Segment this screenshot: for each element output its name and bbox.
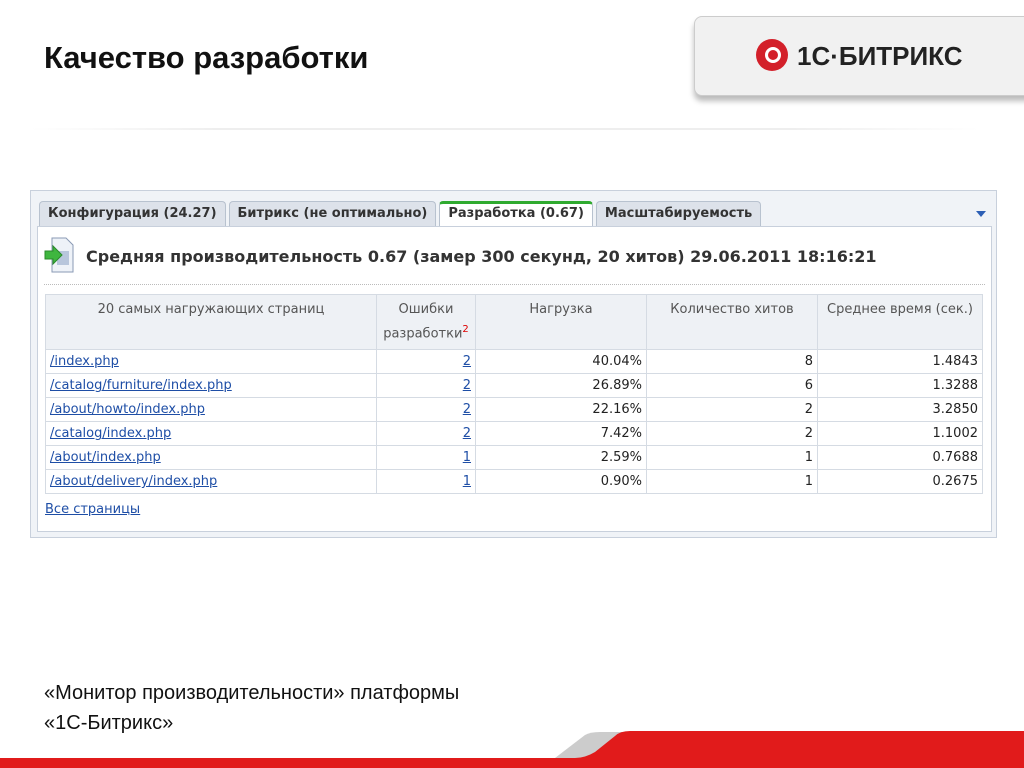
dotted-divider [44,284,985,285]
hits-cell: 1 [646,445,818,471]
load-cell: 0.90% [475,469,647,495]
pages-table: 20 самых нагружающих страниц Ошибки разр… [45,293,983,495]
errors-link[interactable]: 2 [463,402,471,417]
load-cell: 7.42% [475,421,647,447]
tab-development[interactable]: Разработка (0.67) [439,201,593,226]
table-row: /about/delivery/index.php 1 0.90% 1 0.2675 [45,469,983,495]
col-header-avg-time: Среднее время (сек.) [817,293,983,351]
hits-cell: 6 [646,373,818,399]
tab-configuration[interactable]: Конфигурация (24.27) [39,201,226,226]
page-cell: /catalog/index.php [45,421,377,447]
average-performance-heading: Средняя производительность 0.67 (замер 3… [86,247,877,266]
avg-time-cell: 1.3288 [817,373,983,399]
avg-time-cell: 1.1002 [817,421,983,447]
errors-cell: 1 [376,469,476,495]
errors-link[interactable]: 1 [463,450,471,465]
table-row: /catalog/furniture/index.php 2 26.89% 6 1.32… [45,373,983,399]
page-link[interactable]: /index.php [50,354,119,369]
errors-link[interactable]: 2 [463,426,471,441]
tabs-dropdown-icon[interactable] [976,211,986,217]
page-cell: /about/howto/index.php [45,397,377,423]
col-header-pages: 20 самых нагружающих страниц [45,293,377,351]
hits-cell: 2 [646,397,818,423]
errors-link[interactable]: 2 [463,378,471,393]
all-pages-link[interactable]: Все страницы [45,502,140,517]
page-cell: /index.php [45,349,377,375]
errors-cell: 1 [376,445,476,471]
table-row: /about/index.php 1 2.59% 1 0.7688 [45,445,983,471]
page-link[interactable]: /catalog/index.php [50,426,171,441]
page-link[interactable]: /about/delivery/index.php [50,474,217,489]
performance-monitor-panel: Конфигурация (24.27) Битрикс (не оптимал… [30,190,997,538]
col-header-errors: Ошибки разработки2 [376,293,476,351]
col-header-load: Нагрузка [475,293,647,351]
avg-time-cell: 0.7688 [817,445,983,471]
load-cell: 40.04% [475,349,647,375]
avg-time-cell: 1.4843 [817,349,983,375]
avg-time-cell: 3.2850 [817,397,983,423]
errors-cell: 2 [376,397,476,423]
table-row: /catalog/index.php 2 7.42% 2 1.1002 [45,421,983,447]
red-footer-band [0,731,1024,768]
load-cell: 22.16% [475,397,647,423]
page-link[interactable]: /about/howto/index.php [50,402,205,417]
logo-text: 1С·БИТРИКС [797,41,963,71]
tab-bitrix[interactable]: Битрикс (не оптимально) [228,201,437,226]
errors-cell: 2 [376,373,476,399]
divider [30,128,980,130]
errors-link[interactable]: 1 [463,474,471,489]
page-cell: /about/index.php [45,445,377,471]
errors-cell: 2 [376,349,476,375]
page-link[interactable]: /catalog/furniture/index.php [50,378,232,393]
errors-header-label: Ошибки разработки [383,302,463,342]
page-link[interactable]: /about/index.php [50,450,161,465]
errors-cell: 2 [376,421,476,447]
errors-link[interactable]: 2 [463,354,471,369]
load-cell: 2.59% [475,445,647,471]
hits-cell: 8 [646,349,818,375]
col-header-hits: Количество хитов [646,293,818,351]
tab-scalability[interactable]: Масштабируемость [595,201,762,226]
errors-footnote: 2 [462,324,469,335]
page-cell: /catalog/furniture/index.php [45,373,377,399]
tab-content: Средняя производительность 0.67 (замер 3… [37,226,992,532]
tab-bar: Конфигурация (24.27) Битрикс (не оптимал… [39,201,762,226]
footer-line-1: «Монитор производительности» платформы [44,682,460,704]
document-arrow-icon [44,237,74,273]
bitrix-logo-icon [756,39,788,71]
hits-cell: 2 [646,421,818,447]
load-cell: 26.89% [475,373,647,399]
table-row: /about/howto/index.php 2 22.16% 2 3.2850 [45,397,983,423]
avg-time-cell: 0.2675 [817,469,983,495]
page-cell: /about/delivery/index.php [45,469,377,495]
hits-cell: 1 [646,469,818,495]
bitrix-logo: 1С·БИТРИКС [694,16,1024,96]
slide-title: Качество разработки [44,40,369,75]
table-row: /index.php 2 40.04% 8 1.4843 [45,349,983,375]
